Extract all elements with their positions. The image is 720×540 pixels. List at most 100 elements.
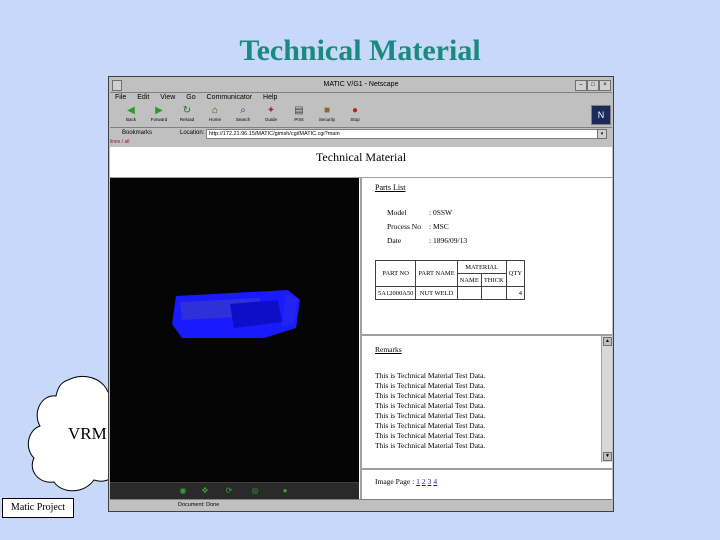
reload-button[interactable]: ↻ Reload (176, 104, 198, 126)
home-icon: ⌂ (211, 105, 219, 116)
parts-list-title: Parts List (375, 183, 406, 192)
menu-file[interactable]: File (115, 94, 126, 101)
column-header: PART NAME (415, 260, 458, 287)
info-key: Process No (387, 222, 421, 231)
info-key: Date (387, 236, 402, 245)
print-icon: ▤ (294, 105, 304, 116)
print-button[interactable]: ▤ Print (288, 104, 310, 126)
close-button[interactable]: × (599, 80, 611, 91)
page-link[interactable]: 2 (422, 477, 426, 486)
remarks-line: This is Technical Material Test Data. (375, 411, 486, 420)
table-cell (456, 286, 482, 300)
security-button[interactable]: ■ Security (316, 104, 338, 126)
security-label: Security (318, 117, 336, 122)
info-date: Date : 1896/09/13 (387, 236, 467, 245)
page-link[interactable]: 1 (416, 477, 420, 486)
vrml-controls-bar: ◉ ✥ ⟳ ◎ ● (110, 482, 359, 499)
menu-view[interactable]: View (160, 94, 175, 101)
print-label: Print (294, 117, 304, 122)
vrml-roll-icon[interactable]: ◎ (250, 486, 260, 496)
menu-help[interactable]: Help (263, 94, 277, 101)
cloud-label: VRM (68, 424, 107, 443)
remarks-line: This is Technical Material Test Data. (375, 371, 486, 380)
forward-arrow-icon: ▶ (155, 105, 163, 116)
remarks-title: Remarks (375, 345, 402, 354)
vrml-walk-icon[interactable]: ◉ (178, 486, 188, 496)
table-cell: 4 (505, 286, 526, 300)
pager-label: Image Page :1234 (375, 477, 438, 486)
info-key: Model (387, 208, 407, 217)
search-button[interactable]: ⌕ Search (232, 104, 254, 126)
forward-button[interactable]: ▶ Forward (148, 104, 170, 126)
guide-button[interactable]: ✦ Guide (260, 104, 282, 126)
home-label: Home (208, 117, 221, 122)
column-header: MATERIAL (456, 260, 507, 274)
status-text: Document: Done (178, 502, 220, 508)
footer-label: Matic Project (2, 498, 74, 518)
window-titlebar: MATIC V/G1 - Netscape – □ × (110, 78, 612, 93)
remarks-line: This is Technical Material Test Data. (375, 441, 486, 450)
home-button[interactable]: ⌂ Home (204, 104, 226, 126)
location-bar: Bookmarks Location: http://172.21.96.15/… (110, 127, 612, 139)
table-cell: NUT WELD (415, 286, 458, 300)
vrml-viewer[interactable]: ◉ ✥ ⟳ ◎ ● (110, 178, 359, 499)
remarks-line: This is Technical Material Test Data. (375, 421, 486, 430)
guide-icon: ✦ (266, 105, 276, 116)
menu-go[interactable]: Go (186, 94, 195, 101)
table-row: 5A12000A50 NUT WELD 4 (374, 286, 526, 300)
remarks-line: This is Technical Material Test Data. (375, 401, 486, 410)
remarks-line: This is Technical Material Test Data. (375, 391, 486, 400)
vrml-turn-icon[interactable]: ⟳ (224, 486, 234, 496)
location-input[interactable]: http://172.21.96.15/MATIC/gimsh/cgi/MATI… (206, 129, 598, 139)
remarks-line: This is Technical Material Test Data. (375, 431, 486, 440)
back-arrow-icon: ◀ (127, 105, 135, 116)
info-process: Process No : MSC (387, 222, 449, 231)
page-title: Technical Material (110, 147, 612, 178)
remarks-line: This is Technical Material Test Data. (375, 381, 486, 390)
info-value: : MSC (429, 222, 449, 231)
navigation-toolbar: ◀ Back ▶ Forward ↻ Reload ⌂ Home ⌕ Search ✦ Gu… (110, 103, 592, 127)
menu-bar: File Edit View Go Communicator Help (110, 92, 590, 103)
vrml-model (172, 290, 300, 338)
back-button[interactable]: ◀ Back (120, 104, 142, 126)
guide-label: Guide (264, 117, 277, 122)
info-value: : 1896/09/13 (429, 236, 468, 245)
minimize-button[interactable]: – (575, 80, 587, 91)
location-dropdown-icon[interactable]: ▾ (597, 129, 607, 139)
parts-table: PART NO PART NAME MATERIAL QTY NAME THIC… (374, 260, 526, 300)
slide-title: Technical Material (239, 34, 481, 67)
maximize-button[interactable]: □ (587, 80, 599, 91)
scroll-up-icon[interactable]: ▲ (603, 337, 612, 346)
info-model: Model: 0SSW (387, 208, 452, 217)
menu-edit[interactable]: Edit (137, 94, 149, 101)
parts-list-frame: Parts List Model: 0SSW Process No : MSC D… (362, 178, 612, 336)
column-header: PART NO (374, 260, 417, 287)
column-header: QTY (505, 260, 526, 287)
forward-label: Forward (150, 117, 168, 122)
image-pager: Image Page :1234 (362, 468, 612, 501)
search-label: Search (235, 117, 251, 122)
column-subheader: THICK (480, 273, 507, 287)
remarks-scrollbar[interactable]: ▲ ▼ (601, 336, 612, 462)
netscape-logo-icon: N (591, 105, 611, 125)
back-label: Back (125, 117, 136, 122)
breadcrumb[interactable]: lines / all (110, 139, 129, 146)
remarks-text: This is Technical Material Test Data. Th… (375, 371, 485, 451)
vrml-view-icon[interactable]: ● (280, 486, 290, 496)
page-link[interactable]: 3 (428, 477, 432, 486)
location-label: Location: (180, 130, 205, 136)
info-pane: Parts List Model: 0SSW Process No : MSC D… (360, 178, 612, 499)
table-cell: 5A12000A50 (374, 286, 417, 300)
remarks-frame: Remarks This is Technical Material Test … (362, 336, 612, 468)
reload-label: Reload (179, 117, 195, 122)
table-cell (480, 286, 507, 300)
bookmarks-button[interactable]: Bookmarks (122, 128, 152, 139)
stop-button[interactable]: ● Stop (344, 104, 366, 126)
scroll-down-icon[interactable]: ▼ (603, 452, 612, 461)
page-content: Technical Material ◉ ✥ ⟳ ◎ ● Parts List … (110, 147, 612, 499)
menu-communicator[interactable]: Communicator (207, 94, 253, 101)
page-link[interactable]: 4 (433, 477, 437, 486)
reload-icon: ↻ (182, 105, 192, 116)
vrml-pan-icon[interactable]: ✥ (200, 486, 210, 496)
browser-window: MATIC V/G1 - Netscape – □ × File Edit Vi… (108, 76, 614, 512)
